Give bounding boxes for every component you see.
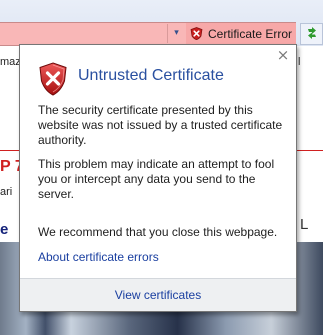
page-text-fragment: ari	[0, 186, 13, 198]
refresh-button[interactable]	[300, 23, 323, 45]
certificate-error-button[interactable]: Certificate Error	[186, 23, 296, 44]
certificate-error-popup: × Untrusted Certificate The security cer…	[19, 44, 297, 312]
page-text-fragment: l	[298, 56, 301, 68]
page-divider-right	[296, 150, 323, 151]
page-text-fragment: L	[300, 216, 309, 233]
page-text-fragment: maz	[0, 56, 21, 68]
error-shield-icon	[190, 27, 203, 40]
view-certificates-link[interactable]: View certificates	[20, 288, 296, 302]
popup-message: The security certificate presented by th…	[38, 103, 283, 147]
popup-footer: View certificates	[20, 278, 296, 311]
about-certificate-errors-link[interactable]: About certificate errors	[38, 250, 159, 264]
popup-message: This problem may indicate an attempt to …	[38, 157, 275, 201]
refresh-icon	[307, 27, 316, 39]
popup-recommendation: We recommend that you close this webpage…	[38, 225, 278, 239]
popup-title: Untrusted Certificate	[78, 67, 224, 84]
error-shield-icon	[39, 62, 67, 96]
page-heading-fragment: e	[0, 221, 9, 238]
certificate-error-label: Certificate Error	[208, 26, 293, 41]
close-icon[interactable]: ×	[276, 48, 290, 63]
address-dropdown-button[interactable]: ▾	[167, 24, 185, 43]
